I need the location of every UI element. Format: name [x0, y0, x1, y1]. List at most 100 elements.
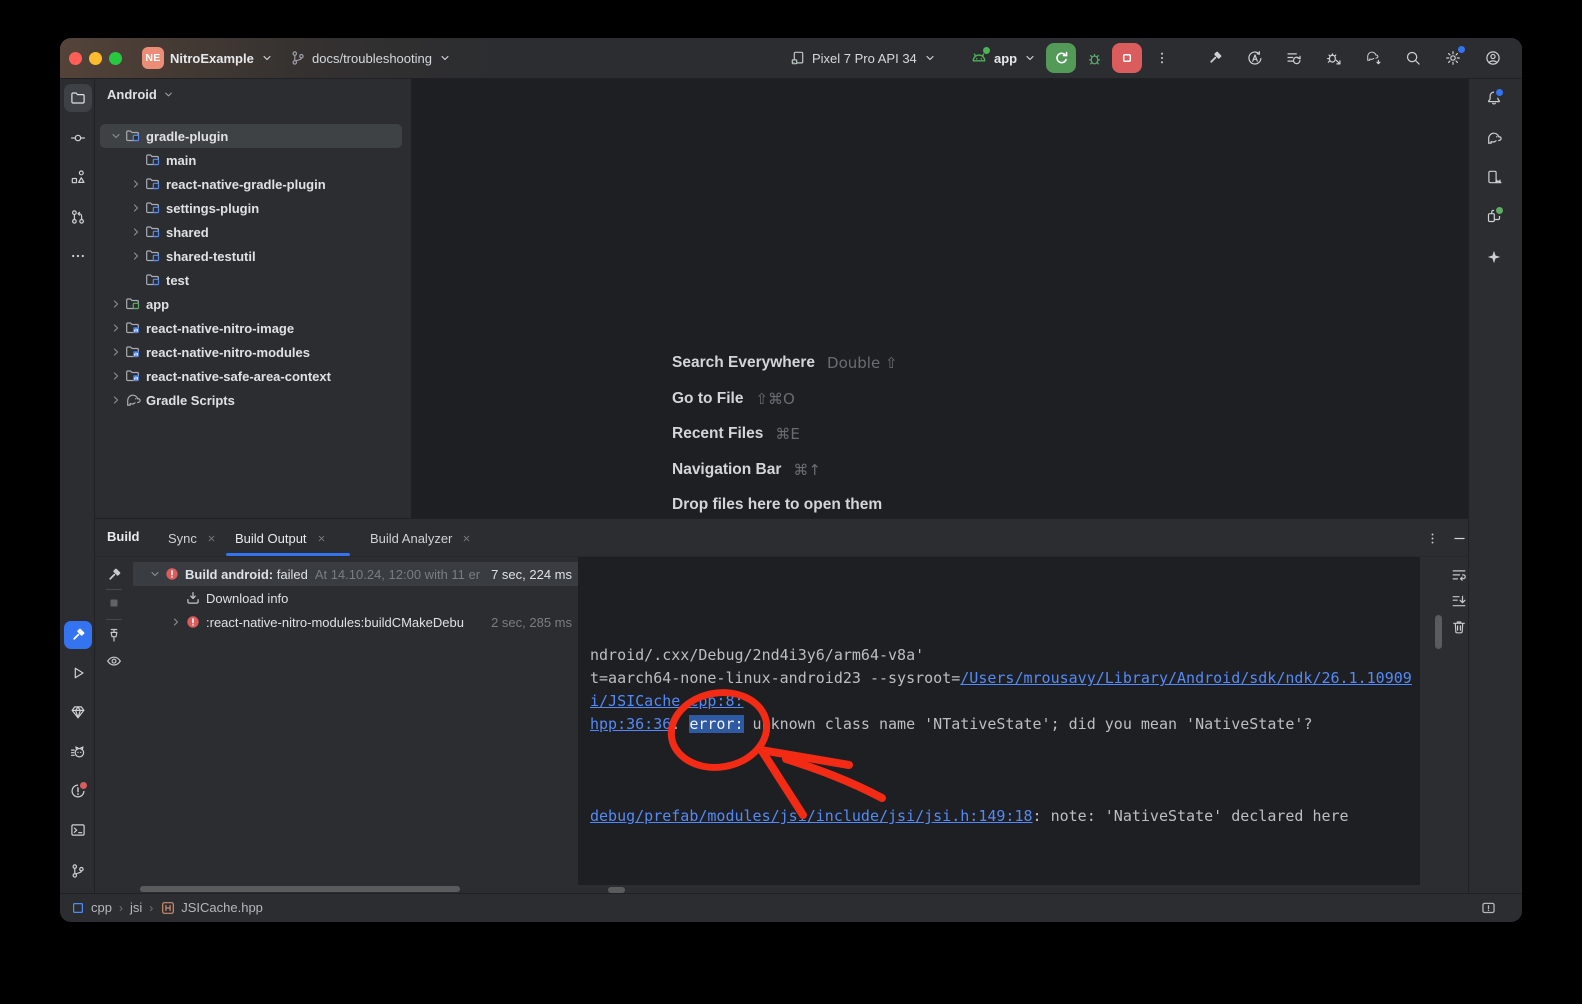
- app-quality-insights-button[interactable]: [64, 698, 92, 726]
- project-tree-item[interactable]: shared-testutil: [100, 244, 402, 268]
- gradle-button[interactable]: [1480, 124, 1508, 152]
- chevron-right-icon[interactable]: [168, 615, 184, 629]
- close-window-button[interactable]: [69, 52, 82, 65]
- chevron-right-icon[interactable]: [108, 393, 124, 407]
- device-manager-button[interactable]: [1480, 202, 1508, 230]
- console-file-link[interactable]: i/JSICache.cpp:8:: [590, 692, 744, 710]
- run-config-name: app: [994, 51, 1017, 66]
- logcat-button[interactable]: [64, 738, 92, 766]
- search-button[interactable]: [1399, 44, 1427, 72]
- settings-button[interactable]: [1439, 44, 1467, 72]
- device-selector[interactable]: Pixel 7 Pro API 34: [786, 43, 941, 73]
- chevron-down-icon[interactable]: [147, 567, 163, 581]
- project-tree-item[interactable]: gradle-plugin: [100, 124, 402, 148]
- close-tab-icon[interactable]: [461, 533, 472, 544]
- pull-requests-button[interactable]: [64, 203, 92, 231]
- pin-tab-button[interactable]: [101, 622, 127, 648]
- stop-button[interactable]: [1112, 43, 1142, 73]
- chevron-right-icon[interactable]: [108, 321, 124, 335]
- console-file-link[interactable]: hpp:36:36: [590, 715, 671, 733]
- commit-button[interactable]: [64, 124, 92, 152]
- project-tree-item[interactable]: react-native-nitro-modules: [100, 340, 402, 364]
- close-tab-icon[interactable]: [316, 533, 327, 544]
- build-tree-hscrollbar[interactable]: [140, 886, 460, 892]
- chevron-right-icon[interactable]: [108, 369, 124, 383]
- soft-wrap-button[interactable]: [1446, 562, 1472, 588]
- chevron-right-icon[interactable]: [128, 225, 144, 239]
- rerun-button[interactable]: [1046, 43, 1076, 73]
- project-button[interactable]: [64, 84, 92, 112]
- chevron-right-icon[interactable]: [128, 177, 144, 191]
- project-tree-item[interactable]: test: [100, 268, 402, 292]
- apply-changes-button[interactable]: [1280, 44, 1308, 72]
- minimize-window-button[interactable]: [89, 52, 102, 65]
- more-tool-windows-button[interactable]: [64, 242, 92, 270]
- structure-button[interactable]: [64, 163, 92, 191]
- project-selector[interactable]: NE NitroExample: [138, 43, 278, 73]
- more-actions-button[interactable]: [1148, 44, 1176, 72]
- attach-debugger-button[interactable]: [1320, 44, 1348, 72]
- tab-build-analyzer[interactable]: Build Analyzer: [370, 525, 472, 551]
- scroll-to-end-button[interactable]: [1446, 588, 1472, 614]
- project-tree-item[interactable]: shared: [100, 220, 402, 244]
- project-tree-item[interactable]: app: [100, 292, 402, 316]
- project-tree-item[interactable]: react-native-safe-area-context: [100, 364, 402, 388]
- notifications-status-button[interactable]: [1475, 895, 1501, 921]
- account-button[interactable]: [1479, 44, 1507, 72]
- zoom-window-button[interactable]: [109, 52, 122, 65]
- build-button[interactable]: [1201, 44, 1229, 72]
- clear-all-button[interactable]: [1446, 614, 1472, 640]
- project-tree-item[interactable]: settings-plugin: [100, 196, 402, 220]
- console-line: [590, 782, 1490, 805]
- build-filter-button[interactable]: [101, 562, 127, 588]
- commit-icon: [70, 130, 86, 146]
- build-tree-row[interactable]: :react-native-nitro-modules:buildCMakeDe…: [133, 610, 578, 634]
- run-icon: [70, 665, 86, 681]
- chevron-right-icon[interactable]: [108, 297, 124, 311]
- chevron-right-icon[interactable]: [108, 345, 124, 359]
- console-vscrollbar[interactable]: [1435, 615, 1442, 649]
- project-tree-item[interactable]: main: [100, 148, 402, 172]
- debug-button[interactable]: [1080, 44, 1108, 72]
- build-row-label: :react-native-nitro-modules:buildCMakeDe…: [206, 615, 464, 630]
- shortcut-label: Navigation Bar: [672, 461, 781, 479]
- problems-button[interactable]: [64, 777, 92, 805]
- chevron-right-icon[interactable]: [128, 201, 144, 215]
- tab-sync[interactable]: Sync: [168, 525, 217, 551]
- editor-shortcut-hint: Search EverywhereDouble ⇧: [672, 352, 898, 374]
- stop-build-button[interactable]: [101, 590, 127, 616]
- view-options-button[interactable]: [101, 648, 127, 674]
- breadcrumb-item[interactable]: jsi: [130, 900, 142, 915]
- breadcrumb-item[interactable]: cpp: [70, 900, 112, 916]
- run-button[interactable]: [64, 659, 92, 687]
- build-tree-row[interactable]: Download info: [133, 586, 578, 610]
- build-panel-options-button[interactable]: [1419, 525, 1445, 551]
- chevron-down-icon[interactable]: [108, 129, 124, 143]
- build-button[interactable]: [64, 621, 92, 649]
- tab-label: Build Analyzer: [370, 531, 452, 546]
- run-configuration-selector[interactable]: app: [966, 43, 1041, 73]
- running-devices-button[interactable]: [1480, 163, 1508, 191]
- console-file-link[interactable]: debug/prefab/modules/jsi/include/jsi/jsi…: [590, 807, 1033, 825]
- project-tree-item[interactable]: react-native-nitro-image: [100, 316, 402, 340]
- notifications-button[interactable]: [1480, 84, 1508, 112]
- close-tab-icon[interactable]: [206, 533, 217, 544]
- ai-assistant-button[interactable]: [1480, 243, 1508, 271]
- vcs-branch-selector[interactable]: docs/troubleshooting: [286, 43, 456, 73]
- blue-badge-dot: [1494, 87, 1505, 98]
- terminal-button[interactable]: [64, 816, 92, 844]
- gradle-sync-button[interactable]: [1360, 44, 1388, 72]
- console-hscrollbar[interactable]: [608, 887, 625, 893]
- project-tree-item[interactable]: react-native-gradle-plugin: [100, 172, 402, 196]
- tab-build-output[interactable]: Build Output: [235, 525, 327, 551]
- hide-build-panel-button[interactable]: [1446, 525, 1472, 551]
- profiler-button[interactable]: [1241, 44, 1269, 72]
- project-tree-item[interactable]: Gradle Scripts: [100, 388, 402, 412]
- console-file-link[interactable]: /Users/mrousavy/Library/Android/sdk/ndk/…: [960, 669, 1412, 687]
- build-tree-row[interactable]: Build android: failedAt 14.10.24, 12:00 …: [133, 562, 578, 586]
- breadcrumb-item[interactable]: JSICache.hpp: [160, 900, 263, 916]
- project-view-selector[interactable]: Android: [107, 87, 175, 102]
- version-control-button[interactable]: [64, 857, 92, 885]
- shortcut-keys: ⌘↑: [793, 461, 821, 479]
- chevron-right-icon[interactable]: [128, 249, 144, 263]
